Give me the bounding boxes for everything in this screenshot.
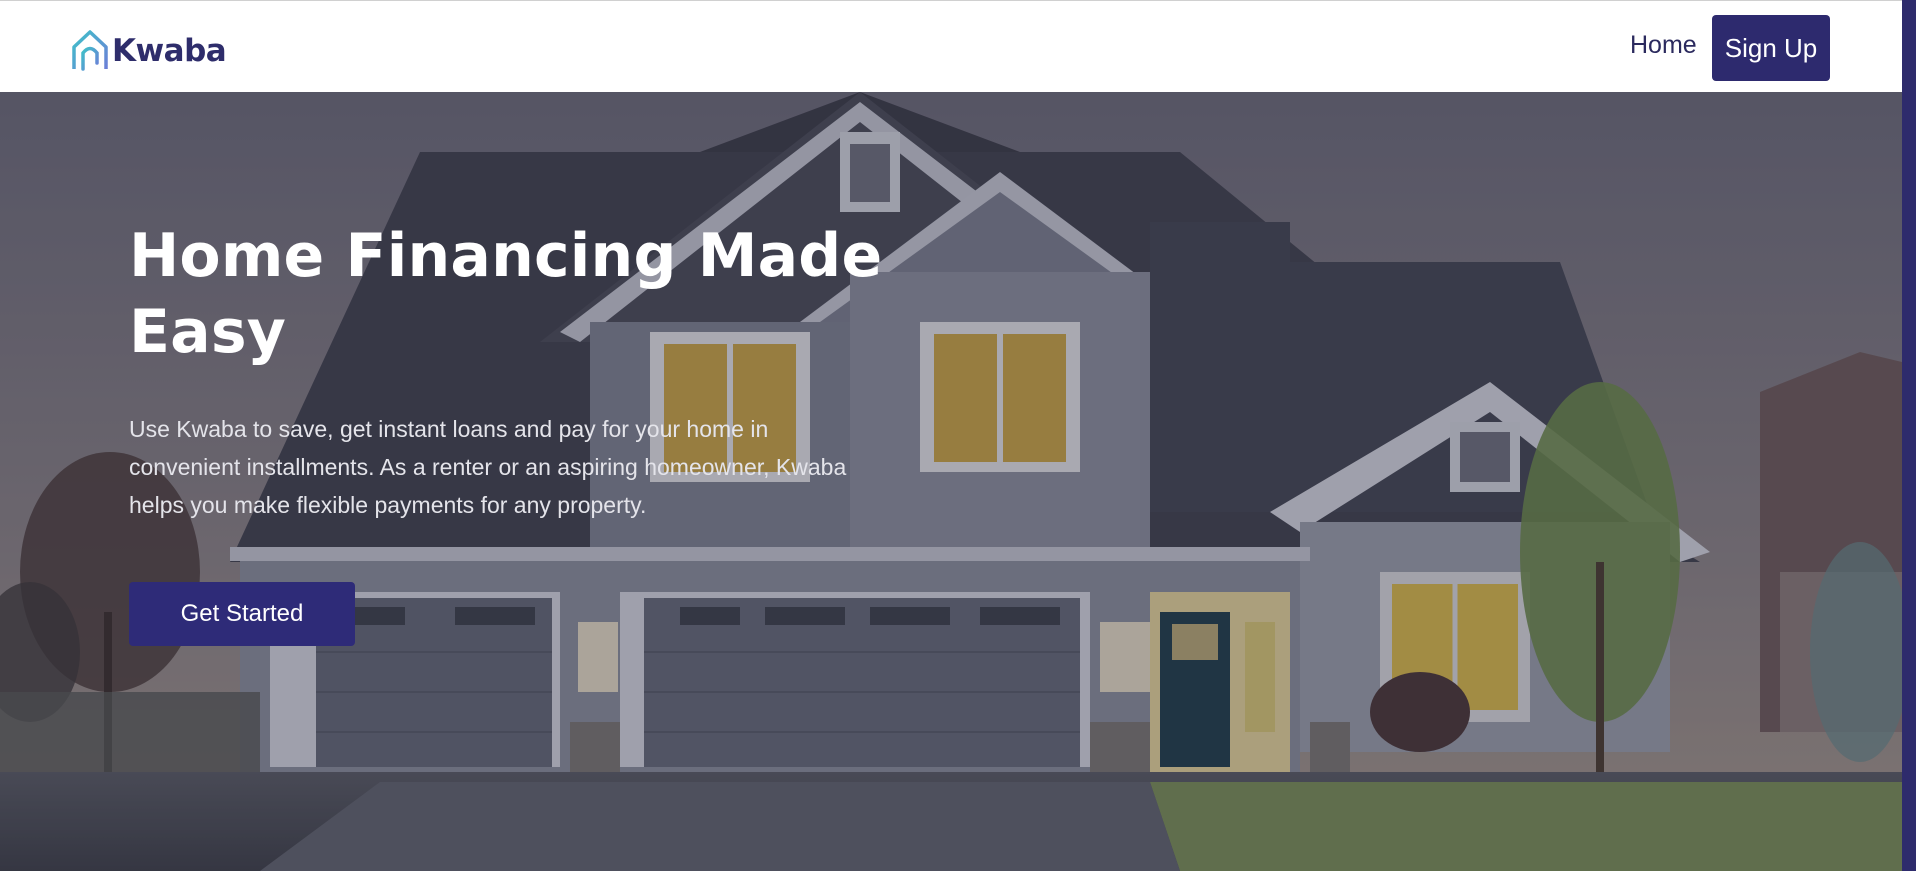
sign-up-button[interactable]: Sign Up [1712, 15, 1830, 81]
hero-section: Home Financing Made Easy Use Kwaba to sa… [0, 92, 1902, 871]
hero-title: Home Financing Made Easy [129, 221, 883, 367]
get-started-button[interactable]: Get Started [129, 582, 355, 646]
kwaba-logo[interactable]: Kwaba [70, 29, 227, 73]
nav-home-link[interactable]: Home [1630, 31, 1697, 60]
top-navbar: Kwaba Home Sign Up [0, 0, 1902, 92]
hero-description: Use Kwaba to save, get instant loans and… [129, 416, 847, 518]
house-outline-icon [72, 30, 108, 71]
brand-name: Kwaba [112, 33, 227, 69]
page-edge-strip [1902, 0, 1916, 871]
